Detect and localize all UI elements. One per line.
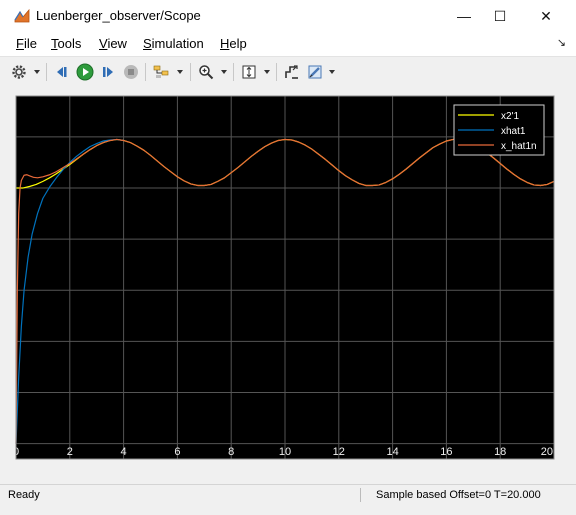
close-icon: ✕	[540, 7, 552, 24]
menu-file[interactable]: File	[16, 36, 37, 51]
triggers-icon[interactable]	[283, 63, 301, 81]
menu-view[interactable]: View	[99, 36, 127, 51]
y-tick-label: 3	[6, 285, 12, 297]
menu-bar: File Tools View Simulation Help ↘	[0, 33, 576, 55]
run-icon[interactable]	[76, 63, 94, 81]
y-tick-label: 6	[6, 132, 12, 144]
x-tick-label: 18	[494, 446, 506, 458]
signal-dropdown-caret[interactable]	[177, 70, 183, 74]
menu-help[interactable]: Help	[220, 36, 247, 51]
matlab-scope-icon	[14, 8, 30, 23]
menu-simulation[interactable]: Simulation	[143, 36, 204, 51]
figure-area: 0 2 4 6 8 10 12 14 16 18 20 0 1 2 3 4 5 6 x2'1 xhat1 x_hat1…	[0, 87, 576, 484]
y-tick-label: 5	[6, 183, 12, 195]
autoscale-icon[interactable]	[240, 63, 258, 81]
x-tick-label: 14	[386, 446, 398, 458]
signal-highlight-icon[interactable]	[152, 63, 170, 81]
window-title: Luenberger_observer/Scope	[36, 8, 201, 23]
x-tick-label: 4	[121, 446, 127, 458]
gear-dropdown-caret[interactable]	[34, 70, 40, 74]
x-tick-label: 16	[440, 446, 452, 458]
menu-tools[interactable]: Tools	[51, 36, 81, 51]
y-tick-label: 4	[6, 234, 12, 246]
step-back-icon[interactable]	[53, 63, 71, 81]
autoscale-dropdown-caret[interactable]	[264, 70, 270, 74]
stop-icon[interactable]	[122, 63, 140, 81]
maximize-button[interactable]: ☐	[478, 2, 522, 30]
y-tick-label: 2	[6, 336, 12, 348]
x-tick-label: 8	[228, 446, 234, 458]
x-tick-label: 12	[333, 446, 345, 458]
style-icon[interactable]	[306, 63, 324, 81]
x-tick-label: 2	[67, 446, 73, 458]
toolbar-separator	[145, 63, 146, 81]
y-tick-label: 1	[6, 388, 12, 400]
close-button[interactable]: ✕	[524, 2, 568, 30]
step-forward-icon[interactable]	[99, 63, 117, 81]
zoom-icon[interactable]	[197, 63, 215, 81]
legend[interactable]: x2'1 xhat1 x_hat1n	[453, 104, 545, 156]
minimize-icon: —	[457, 8, 471, 24]
status-bar: Ready Sample based Offset=0 T=20.000	[0, 484, 576, 515]
toolbar-separator	[233, 63, 234, 81]
toolbar-separator	[190, 63, 191, 81]
title-bar: Luenberger_observer/Scope — ☐ ✕	[0, 0, 576, 32]
x-tick-label: 10	[279, 446, 291, 458]
x-tick-label: 6	[174, 446, 180, 458]
maximize-icon: ☐	[493, 7, 507, 24]
style-dropdown-caret[interactable]	[329, 70, 335, 74]
zoom-dropdown-caret[interactable]	[221, 70, 227, 74]
status-text: Ready	[8, 489, 40, 501]
toolbar-separator	[276, 63, 277, 81]
legend-label: x2'1	[501, 111, 519, 122]
scope-chart[interactable]: 0 2 4 6 8 10 12 14 16 18 200123456 x2'1xhat1x_hat1…	[0, 87, 576, 484]
x-tick-label: 20	[541, 446, 553, 458]
toolbar-separator	[46, 63, 47, 81]
y-tick-label: 0	[6, 439, 12, 451]
gear-icon[interactable]	[10, 63, 28, 81]
toolbar	[0, 56, 576, 88]
legend-label: xhat1	[501, 126, 526, 137]
status-separator	[360, 488, 361, 502]
status-sample-info: Sample based Offset=0 T=20.000	[376, 489, 541, 501]
menu-overflow-icon[interactable]: ↘	[557, 36, 566, 49]
legend-label: x_hat1n	[501, 141, 537, 152]
